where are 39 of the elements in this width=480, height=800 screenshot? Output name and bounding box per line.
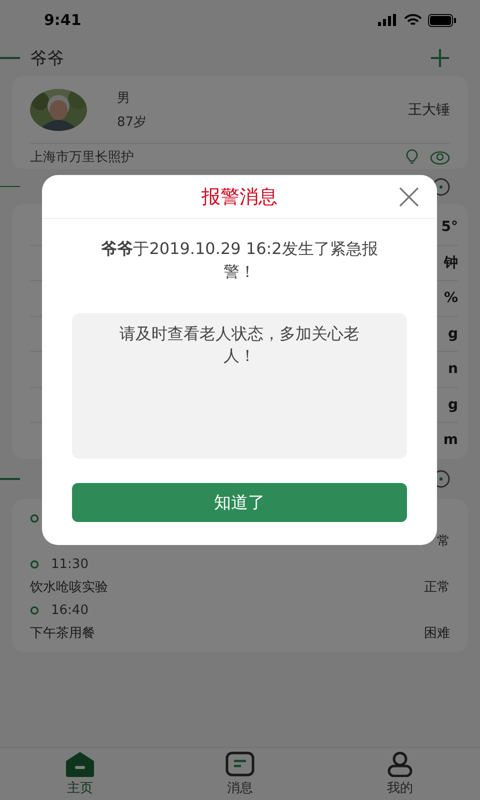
info-value: m: [443, 432, 458, 448]
activity-name: 饮水呛咳实验: [30, 579, 108, 596]
info-value: 钟: [444, 254, 458, 272]
info-value: g: [448, 326, 458, 342]
activity-status: 困难: [424, 625, 450, 642]
acknowledge-button[interactable]: 知道了: [72, 483, 407, 522]
alert-message: 爷爷于2019.10.29 16:2发生了紧急报警！: [101, 239, 378, 281]
tab[interactable]: 我的: [320, 748, 480, 800]
wifi-icon: [404, 14, 422, 26]
activity-status: 常: [437, 533, 450, 550]
close-icon[interactable]: [399, 187, 419, 207]
status-time: 9:41: [44, 11, 82, 29]
tab[interactable]: 主页: [0, 748, 160, 800]
timeline-dot-icon: [30, 514, 39, 522]
agency-name: 上海市万里长照护: [30, 149, 135, 166]
info-value: %: [444, 290, 458, 306]
tab[interactable]: 消息: [160, 748, 320, 800]
info-value: g: [448, 396, 458, 413]
caregiver-name: 王大锤: [408, 100, 450, 118]
activity-time: 11:30: [51, 556, 88, 572]
gender-label: 男: [117, 90, 131, 106]
dialog-title: 报警消息: [202, 184, 278, 210]
note-box: 请及时查看老人状态，多加关心老人！: [72, 313, 407, 459]
timeline-dot-icon: [30, 606, 39, 614]
timeline-dot-icon: [30, 560, 39, 568]
info-value: n: [448, 361, 458, 378]
info-value: 5°: [441, 219, 458, 236]
age-label: 87岁: [117, 114, 148, 130]
battery-icon: [428, 14, 456, 26]
add-icon[interactable]: [430, 48, 450, 68]
lightbulb-icon[interactable]: [406, 149, 418, 165]
signal-icon: [378, 14, 398, 26]
activity-time: 16:40: [51, 602, 88, 618]
message-icon: [225, 751, 255, 777]
activity-status: 正常: [424, 579, 450, 596]
section-title: 爷爷: [30, 48, 65, 70]
person-icon: [385, 751, 415, 777]
home-icon: [64, 751, 96, 777]
activity-name: 下午茶用餐: [30, 625, 95, 642]
